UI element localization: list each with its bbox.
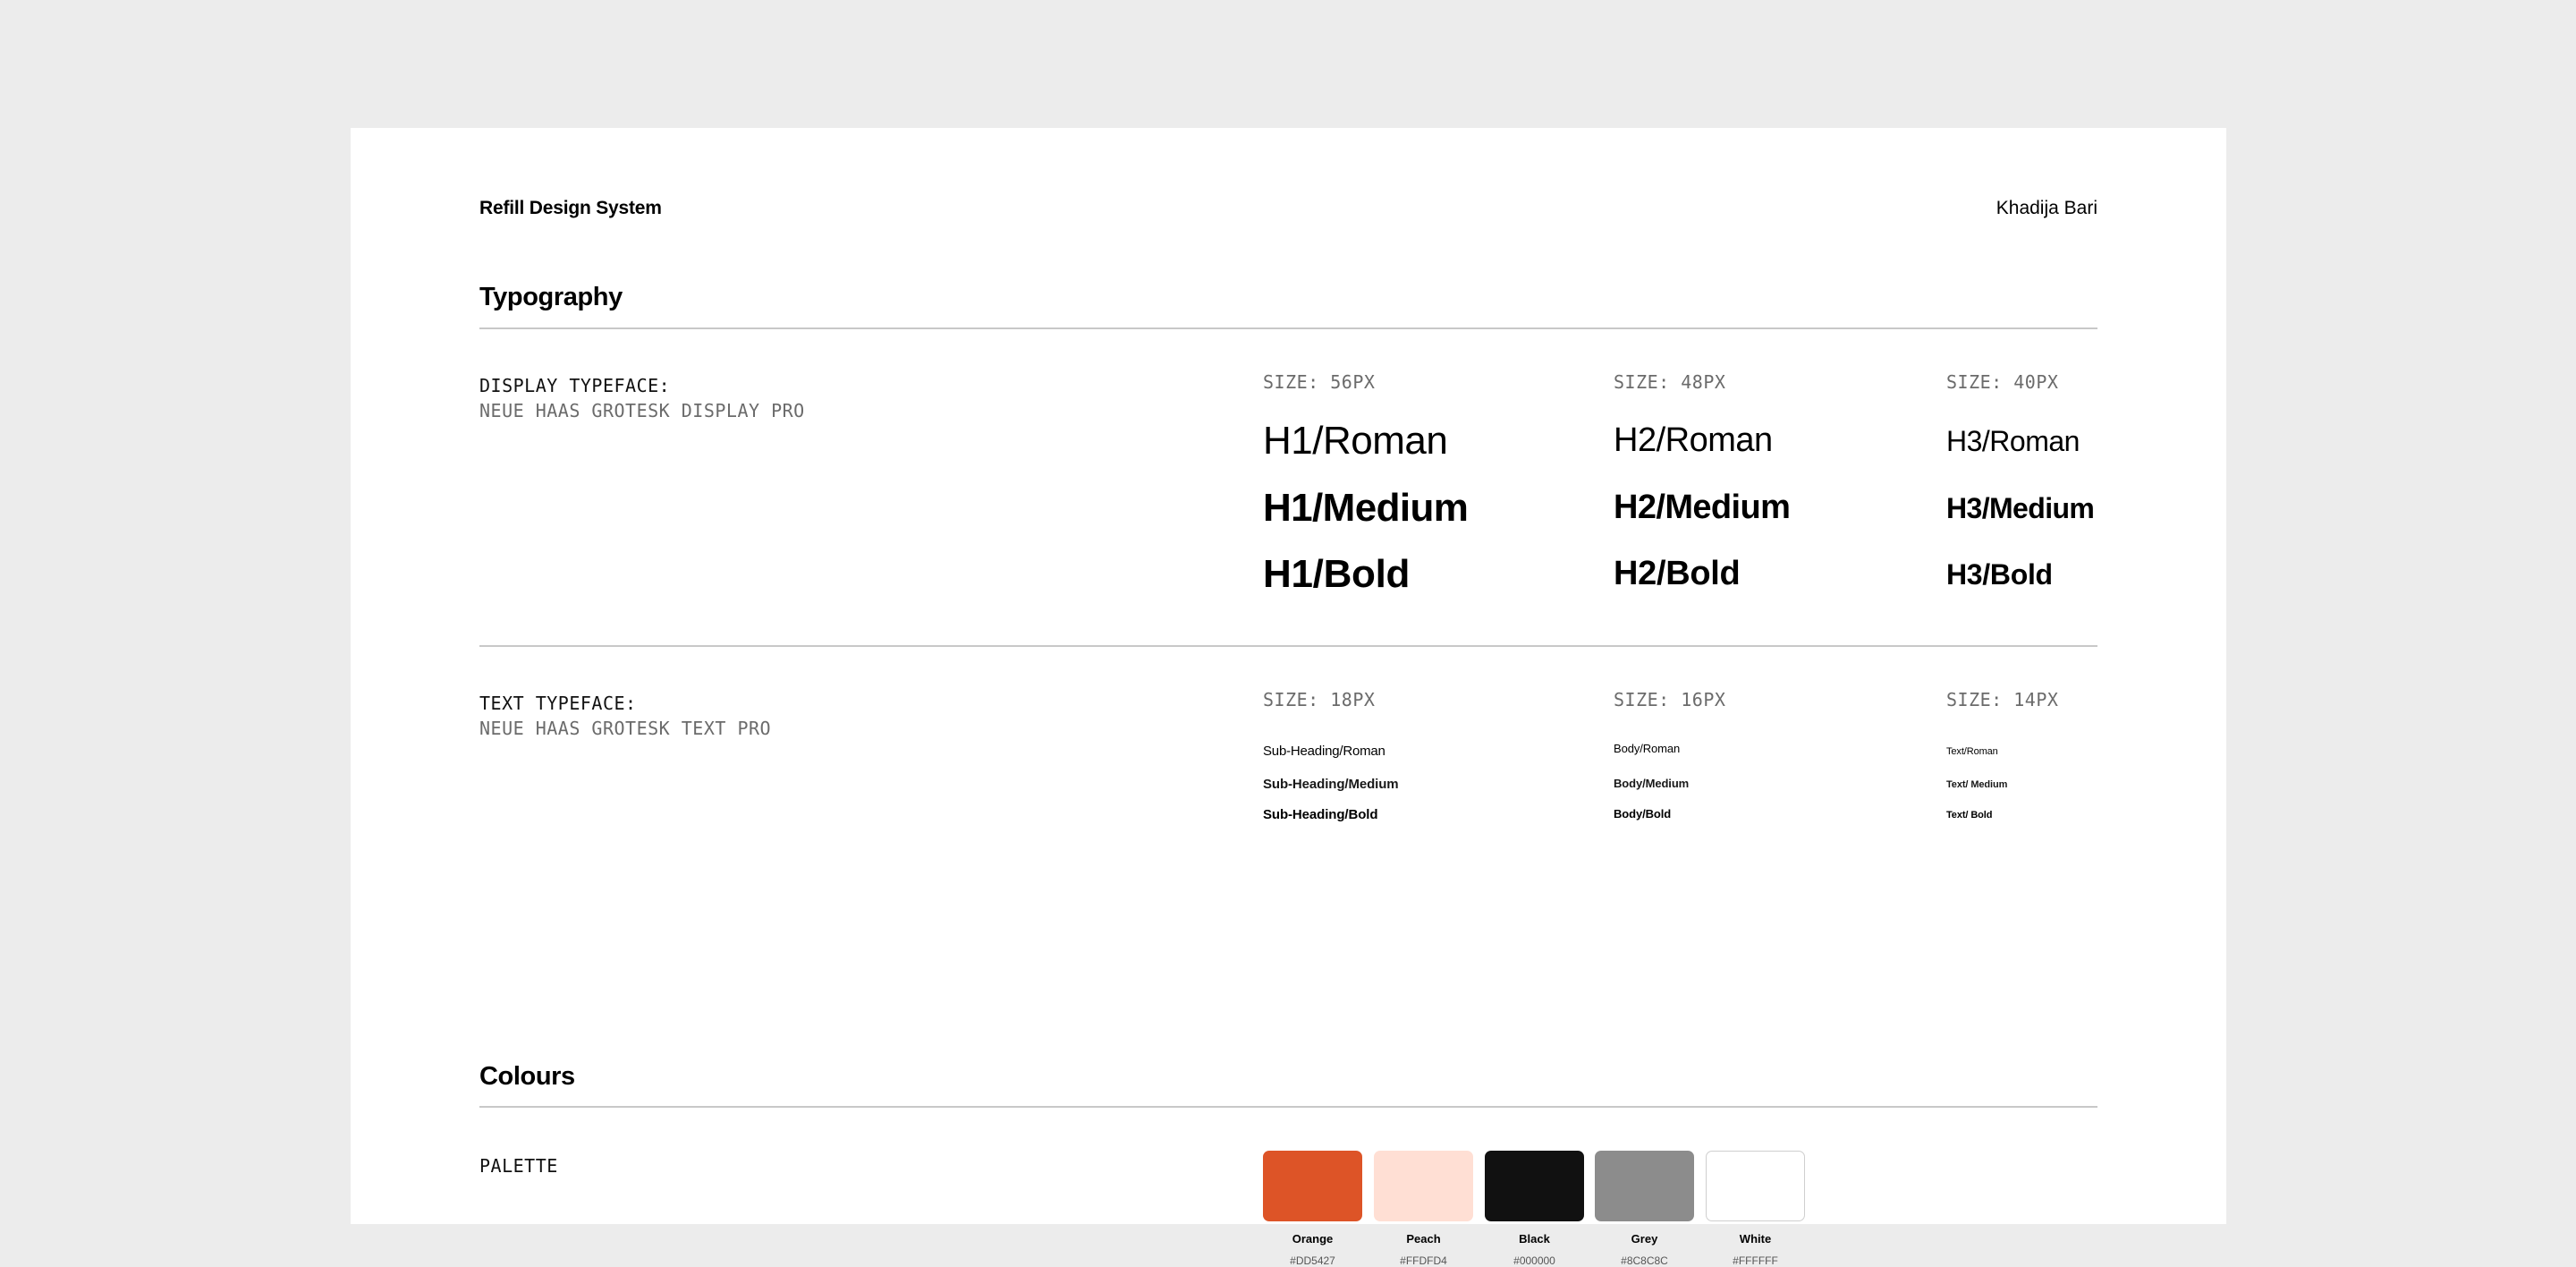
subheading-bold-sample: Sub-Heading/Bold bbox=[1263, 807, 1378, 822]
swatch-grey bbox=[1595, 1151, 1694, 1221]
display-text-divider bbox=[479, 645, 2097, 647]
subheading-medium-sample: Sub-Heading/Medium bbox=[1263, 777, 1399, 792]
h1-medium-sample: H1/Medium bbox=[1263, 486, 1469, 530]
h2-medium-sample: H2/Medium bbox=[1614, 489, 1791, 526]
subheading-roman-sample: Sub-Heading/Roman bbox=[1263, 744, 1385, 759]
swatch-grey-name: Grey bbox=[1631, 1232, 1658, 1246]
typography-divider bbox=[479, 327, 2097, 329]
colours-divider bbox=[479, 1106, 2097, 1108]
text-typeface-name: NEUE HAAS GROTESK TEXT PRO bbox=[479, 718, 772, 739]
brand-title: Refill Design System bbox=[479, 198, 662, 218]
body-medium-sample: Body/Medium bbox=[1614, 777, 1690, 790]
subheading-size-label: SIZE: 18PX bbox=[1263, 689, 1376, 710]
h1-bold-sample: H1/Bold bbox=[1263, 552, 1411, 596]
swatch-peach-name: Peach bbox=[1406, 1232, 1441, 1246]
h3-bold-sample: H3/Bold bbox=[1946, 558, 2053, 591]
text-size-label: SIZE: 14PX bbox=[1946, 689, 2059, 710]
h1-roman-sample: H1/Roman bbox=[1263, 419, 1448, 463]
h3-size-label: SIZE: 40PX bbox=[1946, 371, 2059, 393]
swatch-white-name: White bbox=[1739, 1232, 1772, 1246]
text-bold-sample: Text/ Bold bbox=[1946, 810, 1993, 821]
text-typeface-label: TEXT TYPEFACE: bbox=[479, 693, 637, 714]
swatch-grey-hex: #8C8C8C bbox=[1621, 1254, 1668, 1267]
swatch-peach-hex: #FFDFD4 bbox=[1400, 1254, 1447, 1267]
swatch-orange bbox=[1263, 1151, 1362, 1221]
colours-section-title: Colours bbox=[479, 1062, 575, 1091]
design-system-sheet: Refill Design System Khadija Bari Typogr… bbox=[351, 128, 2226, 1267]
swatch-white bbox=[1706, 1151, 1805, 1221]
text-roman-sample: Text/Roman bbox=[1946, 746, 1998, 757]
swatch-black bbox=[1485, 1151, 1584, 1221]
typography-section-title: Typography bbox=[479, 283, 623, 311]
body-roman-sample: Body/Roman bbox=[1614, 742, 1681, 755]
h3-roman-sample: H3/Roman bbox=[1946, 425, 2080, 457]
h3-medium-sample: H3/Medium bbox=[1946, 492, 2095, 524]
author-name: Khadija Bari bbox=[1996, 198, 2097, 218]
display-typeface-name: NEUE HAAS GROTESK DISPLAY PRO bbox=[479, 400, 805, 421]
body-bold-sample: Body/Bold bbox=[1614, 807, 1672, 821]
swatch-orange-name: Orange bbox=[1292, 1232, 1334, 1246]
swatch-orange-hex: #DD5427 bbox=[1290, 1254, 1335, 1267]
h2-bold-sample: H2/Bold bbox=[1614, 555, 1741, 592]
h2-roman-sample: H2/Roman bbox=[1614, 421, 1773, 459]
sheet-content: Refill Design System Khadija Bari Typogr… bbox=[479, 128, 2097, 1267]
swatch-white-hex: #FFFFFF bbox=[1733, 1254, 1778, 1267]
h1-size-label: SIZE: 56PX bbox=[1263, 371, 1376, 393]
palette-label: PALETTE bbox=[479, 1155, 558, 1177]
swatch-black-hex: #000000 bbox=[1513, 1254, 1555, 1267]
text-medium-sample: Text/ Medium bbox=[1946, 779, 2008, 790]
page-header: Refill Design System Khadija Bari bbox=[479, 198, 2097, 228]
swatch-black-name: Black bbox=[1519, 1232, 1550, 1246]
body-size-label: SIZE: 16PX bbox=[1614, 689, 1726, 710]
h2-size-label: SIZE: 48PX bbox=[1614, 371, 1726, 393]
display-typeface-label: DISPLAY TYPEFACE: bbox=[479, 375, 671, 396]
swatch-peach bbox=[1374, 1151, 1473, 1221]
